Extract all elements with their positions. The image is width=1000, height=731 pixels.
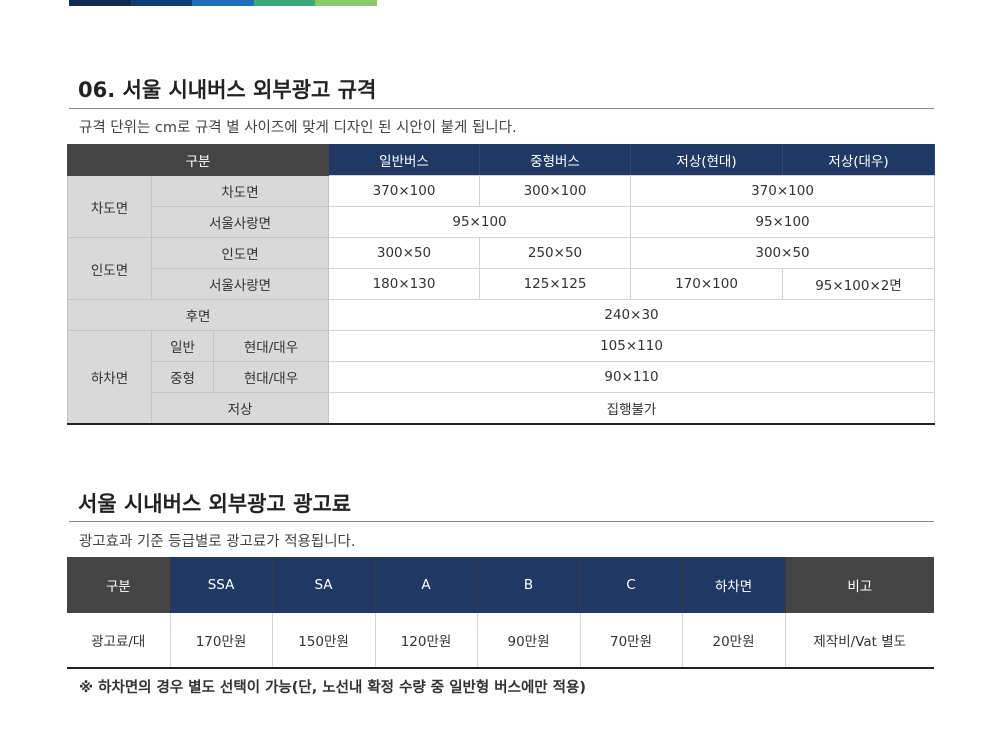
row-maker-label: 현대/대우 bbox=[212, 361, 330, 393]
fee-header-row: 구분 SSA SA A B C 하차면 비고 bbox=[67, 557, 934, 613]
table-row: 중형 현대/대우 90×110 bbox=[68, 361, 936, 393]
row-group-label: 차도면 bbox=[67, 175, 152, 238]
spec-value: 90×110 bbox=[328, 361, 936, 393]
row-type-label: 일반 bbox=[151, 330, 214, 362]
spec-section-title: 06. 서울 시내버스 외부광고 규격 bbox=[78, 78, 377, 102]
fee-header-cell: A bbox=[375, 557, 478, 613]
fee-header-cell: B bbox=[477, 557, 581, 613]
spec-header-row: 구분 일반버스 중형버스 저상(현대) 저상(대우) bbox=[66, 144, 936, 176]
fee-cell: 제작비/Vat 별도 bbox=[785, 613, 934, 668]
fee-header-cell: SA bbox=[272, 557, 376, 613]
fee-cell: 20만원 bbox=[682, 613, 786, 668]
spec-title-divider bbox=[69, 108, 934, 109]
fee-header-cell: C bbox=[580, 557, 683, 613]
fee-cell: 90만원 bbox=[477, 613, 581, 668]
table-row: 저상 집행불가 bbox=[68, 392, 936, 425]
fee-header-cell: 구분 bbox=[67, 557, 171, 613]
row-sub-label: 차도면 bbox=[150, 175, 330, 207]
table-row: 서울사랑면 95×100 95×100 bbox=[68, 206, 936, 238]
spec-value: 105×110 bbox=[328, 330, 936, 362]
spec-header-category: 구분 bbox=[66, 144, 330, 176]
row-type-label: 저상 bbox=[150, 392, 330, 425]
fee-section-title: 서울 시내버스 외부광고 광고료 bbox=[78, 492, 352, 516]
spec-table: 구분 일반버스 중형버스 저상(현대) 저상(대우) 차도면 차도면 370×1… bbox=[66, 144, 936, 425]
spec-header-col: 중형버스 bbox=[479, 144, 632, 176]
table-row: 광고료/대 170만원 150만원 120만원 90만원 70만원 20만원 제… bbox=[67, 613, 934, 668]
spec-value: 300×50 bbox=[630, 237, 936, 269]
row-group-label: 후면 bbox=[66, 299, 330, 331]
spec-value: 370×100 bbox=[328, 175, 481, 207]
footnote: ※ 하차면의 경우 별도 선택이 가능(단, 노선내 확정 수량 중 일반형 버… bbox=[79, 680, 586, 696]
table-row: 인도면 인도면 300×50 250×50 300×50 bbox=[67, 237, 936, 300]
fee-description: 광고효과 기준 등급별로 광고료가 적용됩니다. bbox=[79, 534, 356, 550]
table-row: 하차면 일반 현대/대우 105×110 bbox=[67, 330, 936, 425]
row-sub-label: 인도면 bbox=[150, 237, 330, 269]
fee-title-divider bbox=[69, 521, 934, 522]
top-bar-segment bbox=[253, 0, 316, 6]
top-color-bar bbox=[69, 0, 377, 6]
spec-value: 125×125 bbox=[479, 268, 632, 300]
spec-value: 95×100 bbox=[630, 206, 936, 238]
top-bar-segment bbox=[192, 0, 254, 6]
spec-value: 집행불가 bbox=[328, 392, 936, 425]
spec-header-col: 일반버스 bbox=[328, 144, 481, 176]
spec-value: 240×30 bbox=[328, 299, 936, 331]
fee-header-cell: SSA bbox=[170, 557, 273, 613]
spec-value: 170×100 bbox=[630, 268, 784, 300]
table-row: 서울사랑면 180×130 125×125 170×100 95×100×2면 bbox=[68, 268, 936, 300]
fee-cell: 170만원 bbox=[170, 613, 273, 668]
table-row: 후면 240×30 bbox=[66, 299, 936, 331]
spec-header-col: 저상(대우) bbox=[782, 144, 936, 176]
row-maker-label: 현대/대우 bbox=[212, 330, 330, 362]
spec-value: 95×100×2면 bbox=[782, 268, 936, 300]
spec-value: 95×100 bbox=[328, 206, 632, 238]
spec-value: 180×130 bbox=[328, 268, 481, 300]
fee-header-cell: 비고 bbox=[785, 557, 934, 613]
fee-cell: 70만원 bbox=[580, 613, 683, 668]
fee-cell: 광고료/대 bbox=[67, 613, 171, 668]
row-group-label: 하차면 bbox=[67, 330, 152, 425]
top-bar-segment bbox=[315, 0, 377, 6]
spec-value: 300×100 bbox=[479, 175, 632, 207]
spec-value: 300×50 bbox=[328, 237, 481, 269]
row-group-label: 인도면 bbox=[67, 237, 152, 300]
spec-description: 규격 단위는 cm로 규격 별 사이즈에 맞게 디자인 된 시안이 붙게 됩니다… bbox=[79, 120, 517, 136]
fee-cell: 150만원 bbox=[272, 613, 376, 668]
row-sub-label: 서울사랑면 bbox=[150, 206, 330, 238]
spec-value: 370×100 bbox=[630, 175, 936, 207]
spec-header-col: 저상(현대) bbox=[630, 144, 784, 176]
top-bar-segment bbox=[69, 0, 131, 6]
fee-header-cell: 하차면 bbox=[682, 557, 786, 613]
table-row: 차도면 차도면 370×100 300×100 370×100 bbox=[67, 175, 936, 238]
fee-table: 구분 SSA SA A B C 하차면 비고 광고료/대 170만원 150만원… bbox=[67, 557, 934, 669]
row-sub-label: 서울사랑면 bbox=[150, 268, 330, 300]
fee-cell: 120만원 bbox=[375, 613, 478, 668]
row-type-label: 중형 bbox=[151, 361, 214, 393]
top-bar-segment bbox=[130, 0, 193, 6]
spec-value: 250×50 bbox=[479, 237, 632, 269]
